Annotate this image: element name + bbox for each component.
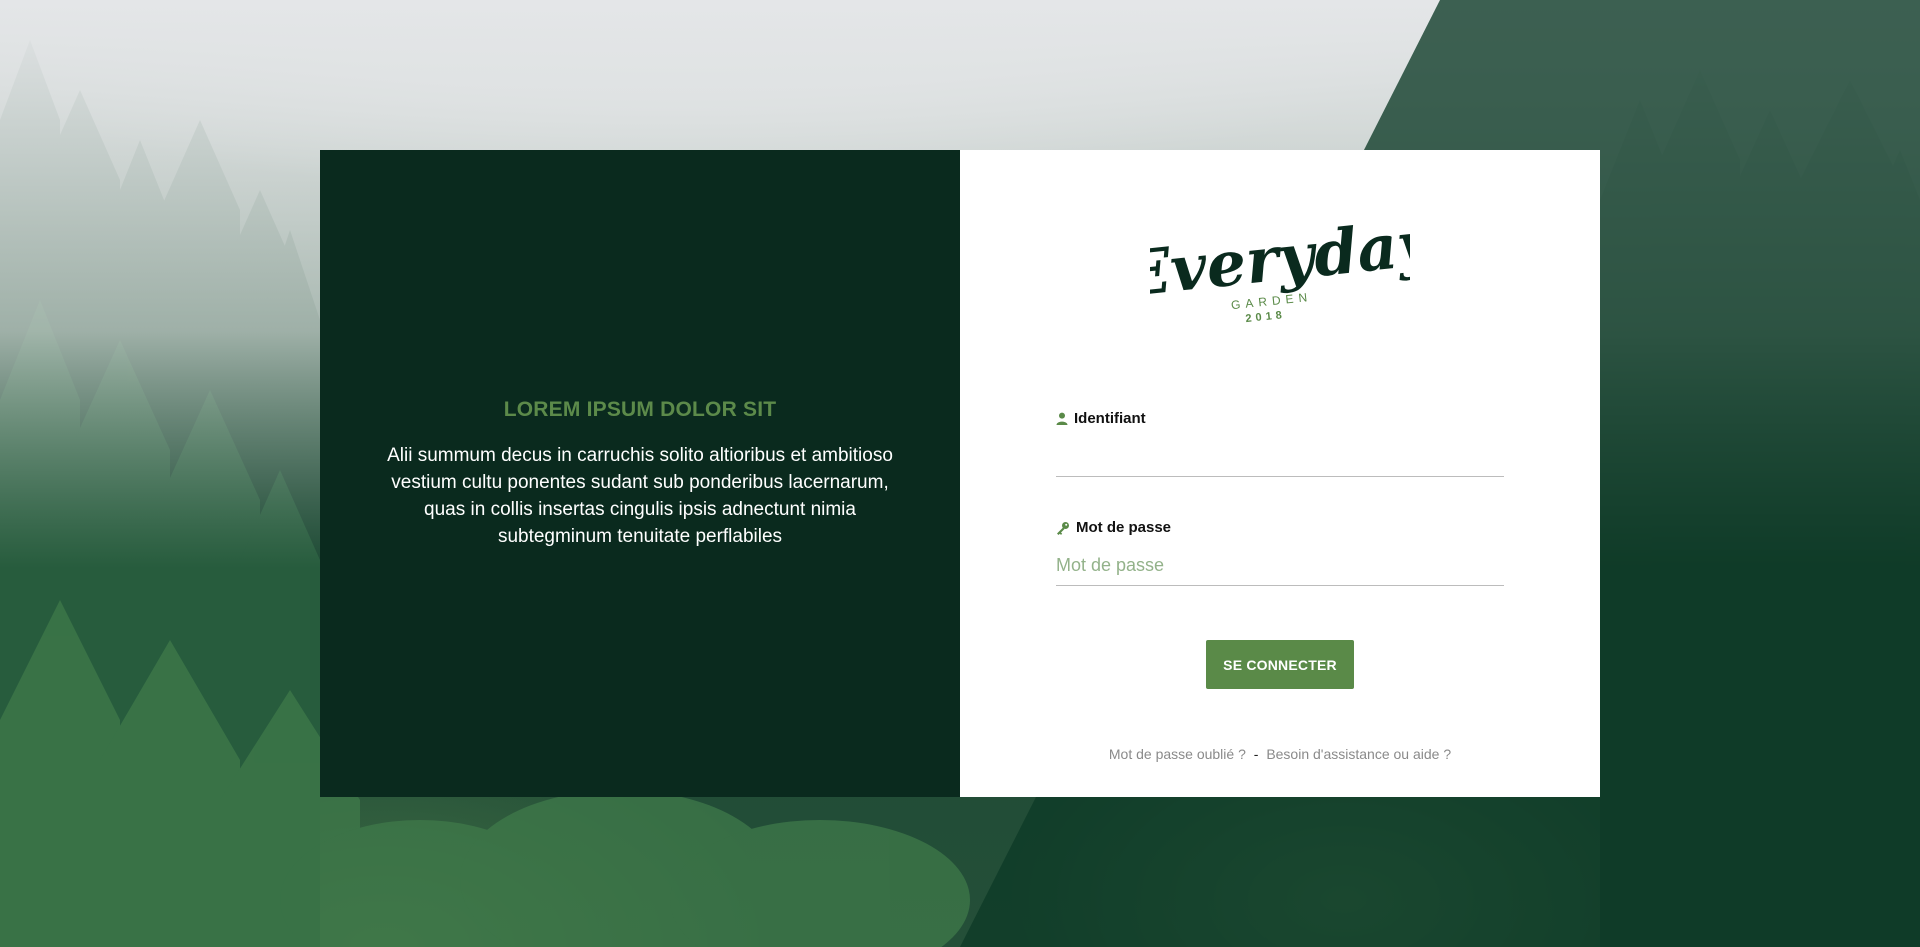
help-link[interactable]: Besoin d'assistance ou aide ?: [1266, 746, 1451, 762]
login-card: LOREM IPSUM DOLOR SIT Alii summum decus …: [320, 150, 1600, 797]
username-input[interactable]: [1056, 437, 1504, 477]
everyday-garden-logo: Everyday GARDEN 2018: [1150, 220, 1410, 325]
user-icon: [1056, 412, 1068, 425]
login-panel: Everyday GARDEN 2018 Identifiant Mot de …: [960, 150, 1600, 797]
logo-year-text: 2018: [1245, 309, 1287, 325]
password-label-text: Mot de passe: [1076, 519, 1172, 536]
login-form: Identifiant Mot de passe: [1056, 410, 1504, 628]
username-label: Identifiant: [1056, 410, 1504, 427]
login-button[interactable]: SE CONNECTER: [1206, 640, 1354, 689]
info-title: LOREM IPSUM DOLOR SIT: [503, 397, 777, 421]
brand-logo: Everyday GARDEN 2018: [960, 220, 1600, 330]
username-field-group: Identifiant: [1056, 410, 1504, 477]
submit-wrap: SE CONNECTER: [960, 640, 1600, 689]
footer-separator: -: [1253, 746, 1259, 762]
password-input[interactable]: [1056, 546, 1504, 586]
password-field-group: Mot de passe: [1056, 519, 1504, 586]
footer-links: Mot de passe oublié ? - Besoin d'assista…: [960, 746, 1600, 762]
info-panel: LOREM IPSUM DOLOR SIT Alii summum decus …: [320, 150, 960, 797]
key-icon: [1057, 521, 1069, 535]
info-text: Alii summum decus in carruchis solito al…: [387, 444, 893, 547]
username-label-text: Identifiant: [1074, 410, 1146, 427]
password-label: Mot de passe: [1056, 519, 1504, 536]
forgot-password-link[interactable]: Mot de passe oublié ?: [1109, 746, 1246, 762]
